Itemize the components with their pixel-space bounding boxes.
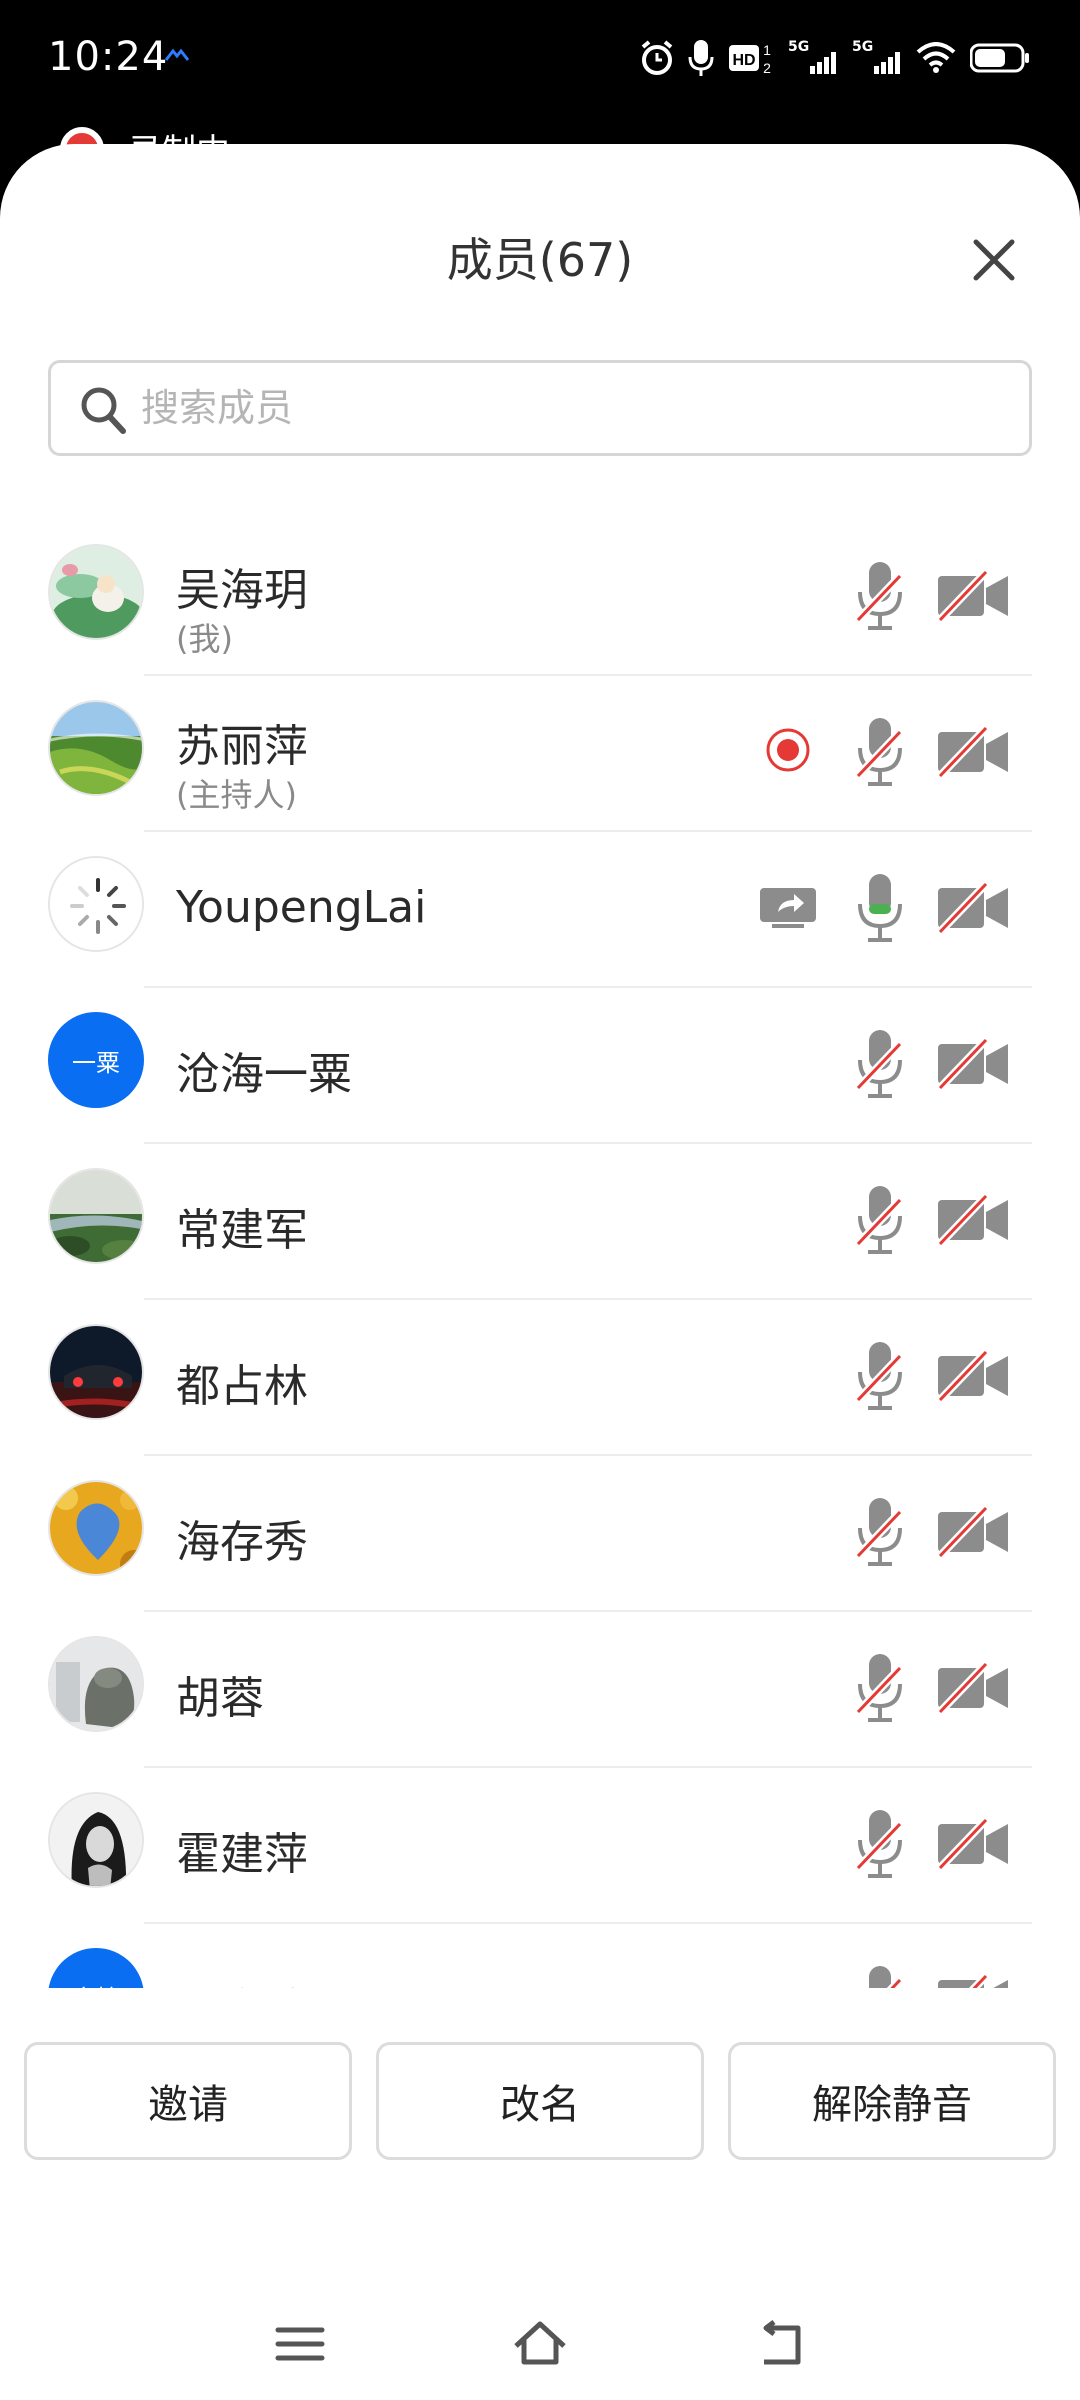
hd-icon: HD 2 1 bbox=[729, 42, 771, 75]
search-input[interactable] bbox=[141, 363, 1001, 453]
sheet-title: 成员(67) bbox=[446, 233, 634, 287]
avatar bbox=[48, 544, 144, 640]
member-row[interactable]: 容榕 李容榕 bbox=[0, 1924, 1080, 1988]
mic-muted-icon[interactable] bbox=[852, 1026, 908, 1100]
avatar bbox=[48, 1636, 144, 1732]
member-name: 常建军 bbox=[176, 1205, 308, 1256]
status-icons: HD 2 1 5G 5G bbox=[640, 36, 1030, 80]
mic-muted-icon[interactable] bbox=[852, 1650, 908, 1724]
member-name: 霍建萍 bbox=[176, 1829, 308, 1880]
wifi-icon bbox=[916, 42, 956, 73]
battery-icon bbox=[970, 43, 1029, 73]
back-icon[interactable] bbox=[752, 2318, 808, 2370]
rename-button[interactable]: 改名 bbox=[376, 2042, 704, 2160]
avatar bbox=[48, 1168, 144, 1264]
member-name: 李容榕 bbox=[176, 1974, 308, 1988]
member-name: 胡蓉 bbox=[176, 1673, 264, 1724]
camera-off-icon[interactable] bbox=[936, 1662, 1010, 1714]
mic-muted-icon[interactable] bbox=[852, 1338, 908, 1412]
status-time: 10:24 bbox=[48, 34, 169, 80]
system-nav-bar bbox=[0, 2288, 1080, 2400]
member-name: 海存秀 bbox=[176, 1517, 308, 1568]
camera-off-icon[interactable] bbox=[936, 1818, 1010, 1870]
signal-5g-icon: 5G bbox=[788, 40, 838, 76]
mic-muted-icon[interactable] bbox=[852, 1494, 908, 1568]
member-list[interactable]: 吴海玥 (我) 苏丽萍 (主持人) YoupengLai 一粟 沧海一粟 常建军… bbox=[0, 520, 1080, 1988]
avatar-initials: 一粟 bbox=[48, 1012, 144, 1108]
member-row[interactable]: 一粟 沧海一粟 bbox=[0, 988, 1080, 1144]
home-icon[interactable] bbox=[512, 2318, 568, 2370]
loading-spinner-icon bbox=[50, 858, 142, 950]
member-name: YoupengLai bbox=[176, 882, 427, 933]
avatar bbox=[48, 1792, 144, 1888]
camera-off-icon[interactable] bbox=[936, 882, 1010, 934]
member-row[interactable]: 苏丽萍 (主持人) bbox=[0, 676, 1080, 832]
search-icon bbox=[81, 387, 126, 434]
camera-off-icon[interactable] bbox=[936, 1194, 1010, 1246]
app-notification-icon bbox=[165, 48, 189, 61]
mic-active-icon bbox=[688, 40, 714, 76]
member-row[interactable]: 霍建萍 bbox=[0, 1768, 1080, 1924]
camera-off-icon[interactable] bbox=[936, 1506, 1010, 1558]
member-row[interactable]: 海存秀 bbox=[0, 1456, 1080, 1612]
mic-muted-icon[interactable] bbox=[852, 1806, 908, 1880]
camera-off-icon[interactable] bbox=[936, 1038, 1010, 1090]
status-bar: 10:24 HD 2 1 5G 5G bbox=[0, 0, 1080, 120]
member-row[interactable]: 都占林 bbox=[0, 1300, 1080, 1456]
camera-off-icon[interactable] bbox=[936, 726, 1010, 778]
invite-button[interactable]: 邀请 bbox=[24, 2042, 352, 2160]
avatar bbox=[48, 1324, 144, 1420]
signal-5g-icon: 5G bbox=[852, 40, 902, 76]
alarm-icon bbox=[641, 40, 673, 75]
svg-text:HD: HD bbox=[732, 52, 755, 69]
member-row[interactable]: YoupengLai bbox=[0, 832, 1080, 988]
svg-text:1: 1 bbox=[763, 42, 771, 58]
mic-muted-icon[interactable] bbox=[852, 558, 908, 632]
camera-off-icon[interactable] bbox=[936, 570, 1010, 622]
avatar bbox=[48, 700, 144, 796]
avatar-loading bbox=[48, 856, 144, 952]
avatar bbox=[48, 1480, 144, 1576]
mic-active-icon[interactable] bbox=[852, 870, 908, 944]
mic-muted-icon[interactable] bbox=[852, 714, 908, 788]
close-icon[interactable] bbox=[964, 230, 1024, 290]
member-role: (主持人) bbox=[176, 776, 297, 814]
unmute-button[interactable]: 解除静音 bbox=[728, 2042, 1056, 2160]
camera-off-icon[interactable] bbox=[936, 1974, 1010, 1988]
member-row[interactable]: 常建军 bbox=[0, 1144, 1080, 1300]
mic-muted-icon[interactable] bbox=[852, 1962, 908, 1988]
members-sheet: 成员(67) 吴海玥 (我) bbox=[0, 144, 1080, 2400]
member-name: 都占林 bbox=[176, 1361, 308, 1412]
camera-off-icon[interactable] bbox=[936, 1350, 1010, 1402]
member-name: 沧海一粟 bbox=[176, 1049, 352, 1100]
member-row[interactable]: 胡蓉 bbox=[0, 1612, 1080, 1768]
screen-share-icon[interactable] bbox=[758, 886, 818, 932]
search-box[interactable] bbox=[48, 360, 1032, 456]
mic-muted-icon[interactable] bbox=[852, 1182, 908, 1256]
avatar-initials: 容榕 bbox=[48, 1948, 144, 1988]
svg-text:2: 2 bbox=[763, 60, 771, 75]
recording-icon bbox=[766, 728, 810, 772]
member-role: (我) bbox=[176, 620, 233, 658]
member-row[interactable]: 吴海玥 (我) bbox=[0, 520, 1080, 676]
member-name: 苏丽萍 bbox=[176, 721, 308, 772]
member-name: 吴海玥 bbox=[176, 565, 308, 616]
menu-icon[interactable] bbox=[272, 2318, 328, 2370]
